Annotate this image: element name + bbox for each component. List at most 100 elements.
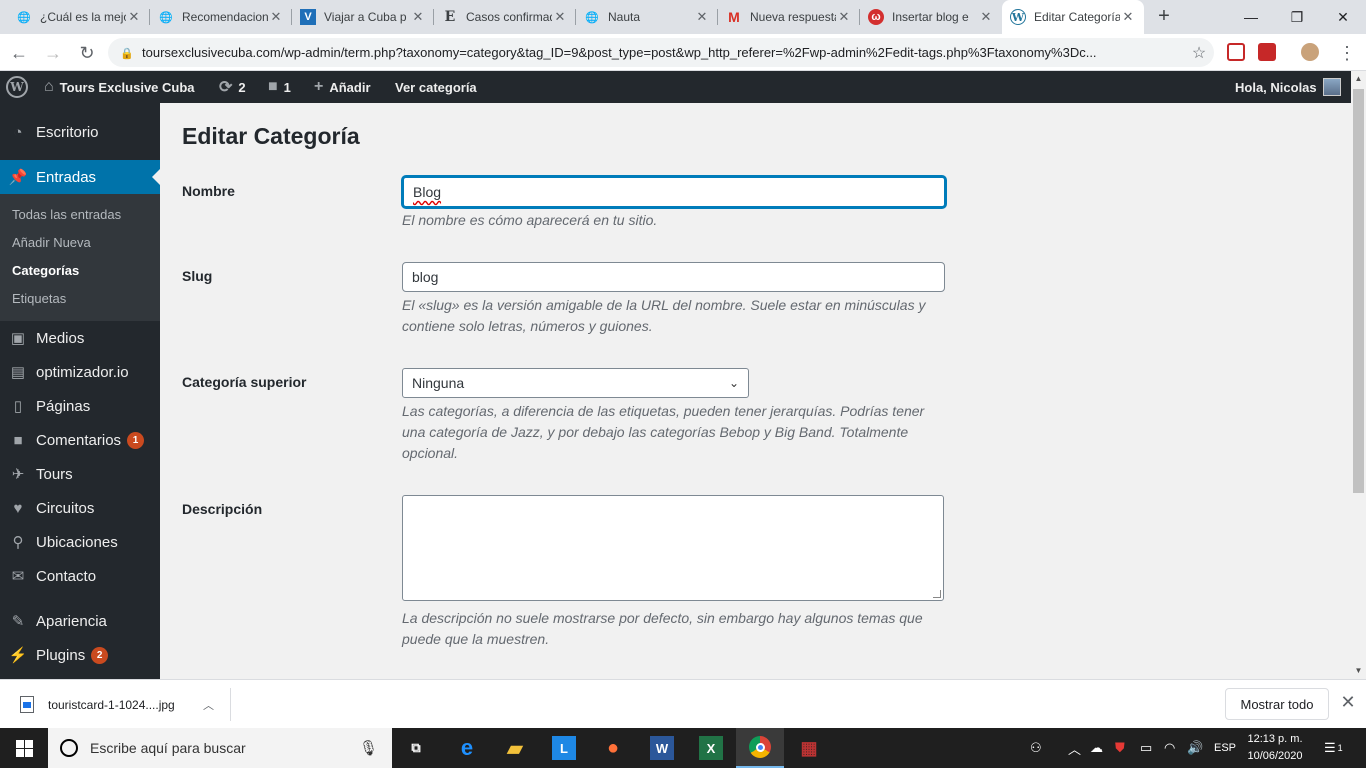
add-new-menu[interactable]: + Añadir	[314, 71, 371, 103]
onedrive-icon[interactable]: ☁	[1090, 728, 1103, 768]
forward-button[interactable]: →	[40, 40, 66, 66]
dashboard-icon: ◔	[13, 123, 23, 141]
wifi-icon[interactable]: ◠	[1164, 728, 1175, 768]
browser-toolbar: ← → ↻ 🔒 toursexclusivecuba.com/wp-admin/…	[0, 34, 1366, 71]
updates-link[interactable]: ⟳ 2	[219, 71, 246, 103]
start-button[interactable]	[0, 728, 48, 768]
show-all-button[interactable]: Mostrar todo	[1225, 688, 1329, 720]
mcafee-extension-icon[interactable]	[1258, 43, 1276, 61]
file-explorer-icon[interactable]: ▰	[491, 728, 539, 768]
chevron-up-icon[interactable]: ︿	[1068, 728, 1081, 768]
vertical-scrollbar[interactable]: ▲ ▼	[1351, 71, 1366, 679]
back-button[interactable]: ←	[6, 40, 32, 66]
sidebar-item-label: Medios	[36, 329, 85, 347]
excel-icon[interactable]: X	[687, 728, 735, 768]
close-window-button[interactable]: ✕	[1320, 0, 1366, 34]
sidebar-item-ubicaciones[interactable]: ⚲ Ubicaciones	[0, 525, 160, 559]
maximize-button[interactable]: ❐	[1274, 0, 1320, 34]
my-account-menu[interactable]: Hola, Nicolas	[1235, 71, 1341, 103]
close-icon[interactable]: ✕	[1120, 9, 1136, 25]
site-name-link[interactable]: ⌂ Tours Exclusive Cuba	[44, 71, 195, 103]
word-icon[interactable]: W	[638, 728, 686, 768]
sidebar-item-plugins[interactable]: ⚡ Plugins 2	[0, 638, 160, 672]
pocket-extension-icon[interactable]	[1227, 43, 1245, 61]
close-shelf-button[interactable]: ✕	[1338, 692, 1358, 716]
submenu-categorias[interactable]: Categorías	[12, 263, 79, 278]
l-app-icon[interactable]: L	[540, 728, 588, 768]
tab-editar-categoria[interactable]: W Editar Categoría ✕	[1002, 0, 1144, 34]
reload-button[interactable]: ↻	[74, 40, 100, 66]
close-icon[interactable]: ✕	[410, 9, 426, 25]
slug-input[interactable]: blog	[402, 262, 945, 292]
mcafee-icon[interactable]: ⛊	[1115, 728, 1125, 768]
clock[interactable]: 12:13 p. m. 10/06/2020	[1240, 731, 1310, 765]
sidebar-item-label: Comentarios	[36, 431, 122, 449]
heart-icon: ♥	[13, 499, 23, 517]
description-textarea[interactable]	[402, 495, 944, 601]
taskbar-search[interactable]: Escribe aquí para buscar 🎙	[48, 728, 392, 768]
scroll-down-arrow[interactable]: ▼	[1351, 663, 1366, 679]
sidebar-item-comentarios[interactable]: ■ Comentarios 1	[0, 423, 160, 457]
notifications-button[interactable]: ☰ 1	[1324, 728, 1343, 768]
comment-icon: ■	[13, 431, 23, 449]
view-category-link[interactable]: Ver categoría	[395, 71, 477, 103]
menu-icon[interactable]: ⋮	[1334, 40, 1360, 66]
tab-nauta[interactable]: 🌐 Nauta ✕	[576, 0, 718, 34]
firefox-icon[interactable]: ●	[589, 728, 637, 768]
edge-icon[interactable]: e	[443, 728, 491, 768]
profile-avatar[interactable]	[1301, 43, 1319, 61]
download-item[interactable]: touristcard-1-1024....jpg ︿	[0, 688, 231, 721]
close-icon[interactable]: ✕	[694, 9, 710, 25]
tab-casos[interactable]: E Casos confirmados ✕	[434, 0, 576, 34]
task-view-icon[interactable]: ⧉	[392, 728, 440, 768]
sidebar-item-contacto[interactable]: ✉ Contacto	[0, 559, 160, 593]
microphone-icon[interactable]: 🎙	[359, 739, 378, 757]
sidebar-item-label: Ubicaciones	[36, 533, 118, 551]
sidebar-item-paginas[interactable]: ▯ Páginas	[0, 389, 160, 423]
scroll-thumb[interactable]	[1353, 89, 1364, 493]
parent-value: Ninguna	[412, 375, 465, 391]
winrar-icon[interactable]: ▦	[785, 728, 833, 768]
tab-recomendaciones[interactable]: 🌐 Recomendaciones ✕	[150, 0, 292, 34]
sidebar-item-optimizador[interactable]: ▤ optimizador.io	[0, 355, 160, 389]
description-help: La descripción no suele mostrarse por de…	[402, 610, 923, 647]
wp-admin-sidebar: ◔ Escritorio 📌 Entradas Todas las entrad…	[0, 103, 160, 679]
slug-description: El «slug» es la versión amigable de la U…	[402, 297, 926, 334]
close-icon[interactable]: ✕	[836, 9, 852, 25]
battery-icon[interactable]: ▭	[1140, 728, 1152, 768]
sidebar-item-circuitos[interactable]: ♥ Circuitos	[0, 491, 160, 525]
bookmark-star-icon[interactable]: ☆	[1184, 43, 1214, 63]
language-indicator[interactable]: ESP	[1214, 728, 1236, 768]
sidebar-item-escritorio[interactable]: ◔ Escritorio	[0, 115, 160, 149]
comments-link[interactable]: ■ 1	[268, 71, 291, 103]
new-tab-button[interactable]: +	[1152, 5, 1176, 29]
sidebar-item-tours[interactable]: ✈ Tours	[0, 457, 160, 491]
close-icon[interactable]: ✕	[552, 9, 568, 25]
chevron-up-icon[interactable]: ︿	[203, 697, 214, 713]
chrome-icon[interactable]	[736, 728, 784, 768]
sidebar-item-entradas[interactable]: 📌 Entradas	[0, 160, 160, 194]
lock-icon[interactable]: 🔒	[120, 47, 134, 60]
people-icon[interactable]: ⚇	[1030, 728, 1042, 768]
tab-viajar-cuba[interactable]: V Viajar a Cuba p ✕	[292, 0, 434, 34]
tab-insertar-blog[interactable]: ω Insertar blog e ✕	[860, 0, 1002, 34]
wp-logo-menu[interactable]: W	[6, 71, 28, 103]
resize-handle[interactable]	[933, 590, 941, 598]
sidebar-item-medios[interactable]: ▣ Medios	[0, 321, 160, 355]
tab-gmail[interactable]: M Nueva respuesta ✕	[718, 0, 860, 34]
volume-icon[interactable]: 🔊	[1187, 728, 1203, 768]
submenu-etiquetas[interactable]: Etiquetas	[12, 291, 66, 306]
submenu-anadir-nueva[interactable]: Añadir Nueva	[12, 235, 91, 250]
minimize-button[interactable]: —	[1228, 0, 1274, 34]
submenu-todas-entradas[interactable]: Todas las entradas	[12, 207, 121, 222]
close-icon[interactable]: ✕	[126, 9, 142, 25]
tab-cual-es[interactable]: 🌐 ¿Cuál es la mejor ✕	[8, 0, 150, 34]
scroll-up-arrow[interactable]: ▲	[1351, 71, 1366, 87]
close-icon[interactable]: ✕	[268, 9, 284, 25]
close-icon[interactable]: ✕	[978, 9, 994, 25]
address-bar[interactable]: 🔒 toursexclusivecuba.com/wp-admin/term.p…	[108, 38, 1214, 67]
name-input[interactable]: Blog	[402, 176, 946, 208]
sidebar-item-apariencia[interactable]: ✎ Apariencia	[0, 604, 160, 638]
parent-category-select[interactable]: Ninguna ⌄	[402, 368, 749, 398]
notification-count: 1	[1337, 743, 1343, 753]
